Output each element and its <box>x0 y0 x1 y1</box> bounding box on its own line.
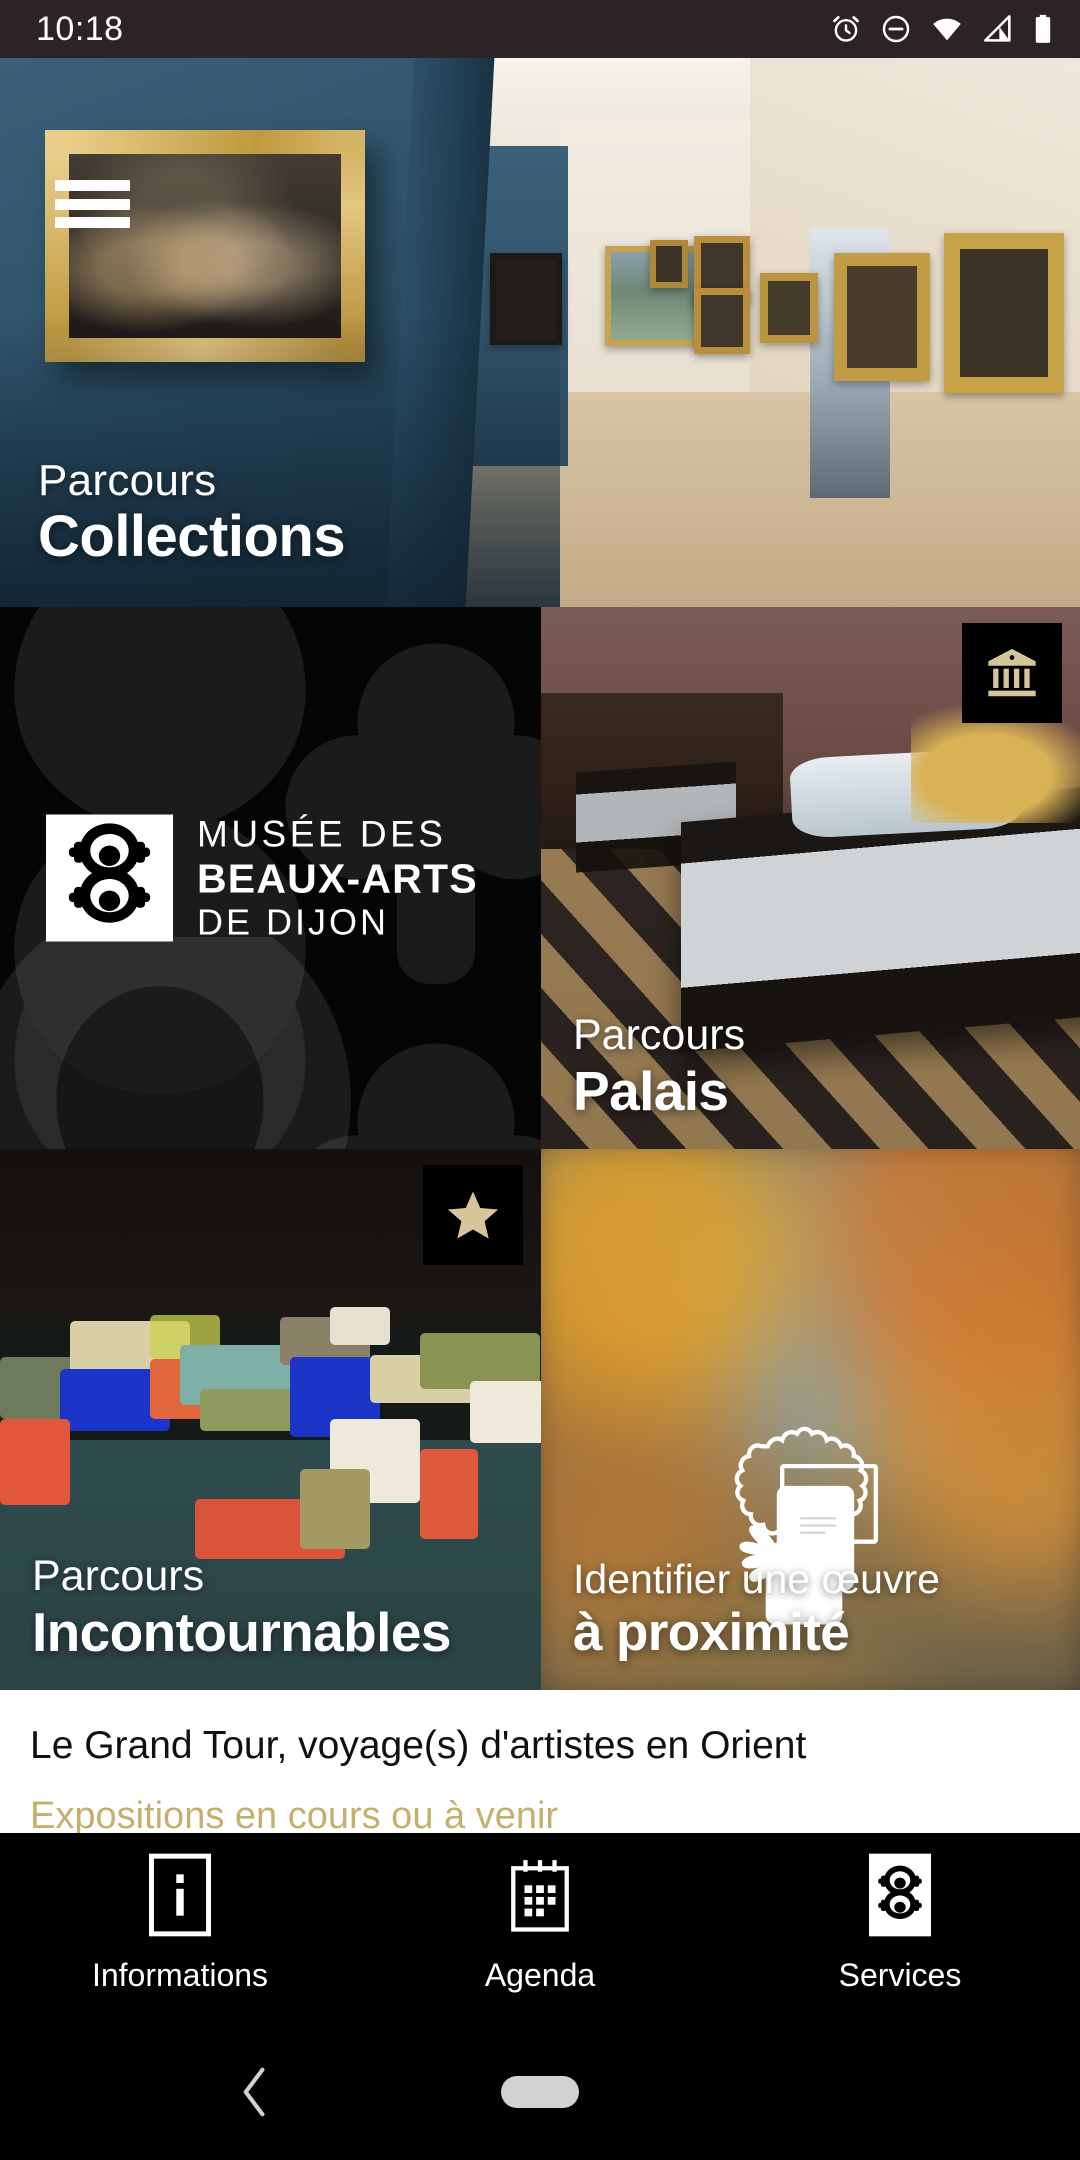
info-icon <box>149 1853 211 1937</box>
hero-caption-top: Parcours <box>38 456 217 506</box>
battery-icon <box>1035 14 1051 43</box>
do-not-disturb-icon <box>882 15 910 43</box>
quatrefoil-logo-icon <box>869 1853 931 1937</box>
classical-building-icon <box>962 623 1062 723</box>
alarm-icon <box>833 16 859 42</box>
nav-label-informations: Informations <box>91 1957 269 1993</box>
android-navigation-bar <box>0 2023 1080 2160</box>
museum-logo-lockup: MUSÉE DES BEAUX-ARTS DE DIJON <box>46 813 478 943</box>
logo-line-1: MUSÉE DES <box>197 813 447 855</box>
watermark-quatrefoil-bottom-icon <box>0 937 440 1149</box>
logo-line-3: DE DIJON <box>197 901 390 943</box>
home-pill-icon[interactable] <box>501 2075 579 2108</box>
star-icon <box>423 1165 523 1265</box>
palais-caption: Parcours Palais <box>573 1010 746 1122</box>
status-icons <box>830 13 1054 45</box>
tile-identifier-oeuvre-proximite[interactable]: Identifier une œuvre à proximité <box>541 1149 1080 1690</box>
nav-item-informations[interactable]: Informations <box>0 1853 360 1994</box>
nav-item-services[interactable]: Services <box>720 1853 1080 1994</box>
news-strip[interactable]: Le Grand Tour, voyage(s) d'artistes en O… <box>0 1690 1080 1833</box>
calendar-icon <box>509 1853 571 1937</box>
tile-parcours-palais[interactable]: Parcours Palais <box>541 607 1080 1149</box>
logo-line-2: BEAUX-ARTS <box>197 855 478 902</box>
hamburger-menu-icon[interactable] <box>55 180 130 228</box>
news-subtitle: Expositions en cours ou à venir <box>30 1794 559 1833</box>
proximite-caption-top: Identifier une œuvre <box>573 1556 940 1603</box>
back-chevron-icon[interactable] <box>240 2066 270 2118</box>
nav-label-services: Services <box>838 1957 962 1993</box>
bottom-nav-bar: Informations Agenda Services <box>0 1833 1080 2023</box>
proximite-caption-main: à proximité <box>573 1602 850 1662</box>
incontournables-caption-main: Incontournables <box>32 1600 451 1663</box>
tile-museum-logo[interactable]: MUSÉE DES BEAUX-ARTS DE DIJON <box>0 607 541 1149</box>
tile-parcours-incontournables[interactable]: Parcours Incontournables <box>0 1149 541 1690</box>
nav-item-agenda[interactable]: Agenda <box>360 1853 720 1994</box>
quatrefoil-logo-icon <box>46 814 173 942</box>
palais-caption-top: Parcours <box>573 1010 746 1059</box>
tile-grid: MUSÉE DES BEAUX-ARTS DE DIJON Parcours P… <box>0 607 1080 1690</box>
cellular-signal-icon <box>984 15 1011 42</box>
status-clock: 10:18 <box>36 9 124 48</box>
palais-caption-main: Palais <box>573 1059 729 1122</box>
hero-caption-main: Collections <box>38 504 346 570</box>
proximite-caption: Identifier une œuvre à proximité <box>573 1556 940 1662</box>
incontournables-caption-top: Parcours <box>32 1551 205 1600</box>
status-bar: 10:18 <box>0 0 1080 58</box>
nav-label-agenda: Agenda <box>484 1957 596 1993</box>
hero-collections-card[interactable]: Parcours Collections <box>0 58 1080 607</box>
wifi-icon <box>933 18 961 41</box>
news-title: Le Grand Tour, voyage(s) d'artistes en O… <box>30 1724 807 1767</box>
hero-caption: Parcours Collections <box>38 456 346 570</box>
incontournables-caption: Parcours Incontournables <box>32 1551 451 1663</box>
